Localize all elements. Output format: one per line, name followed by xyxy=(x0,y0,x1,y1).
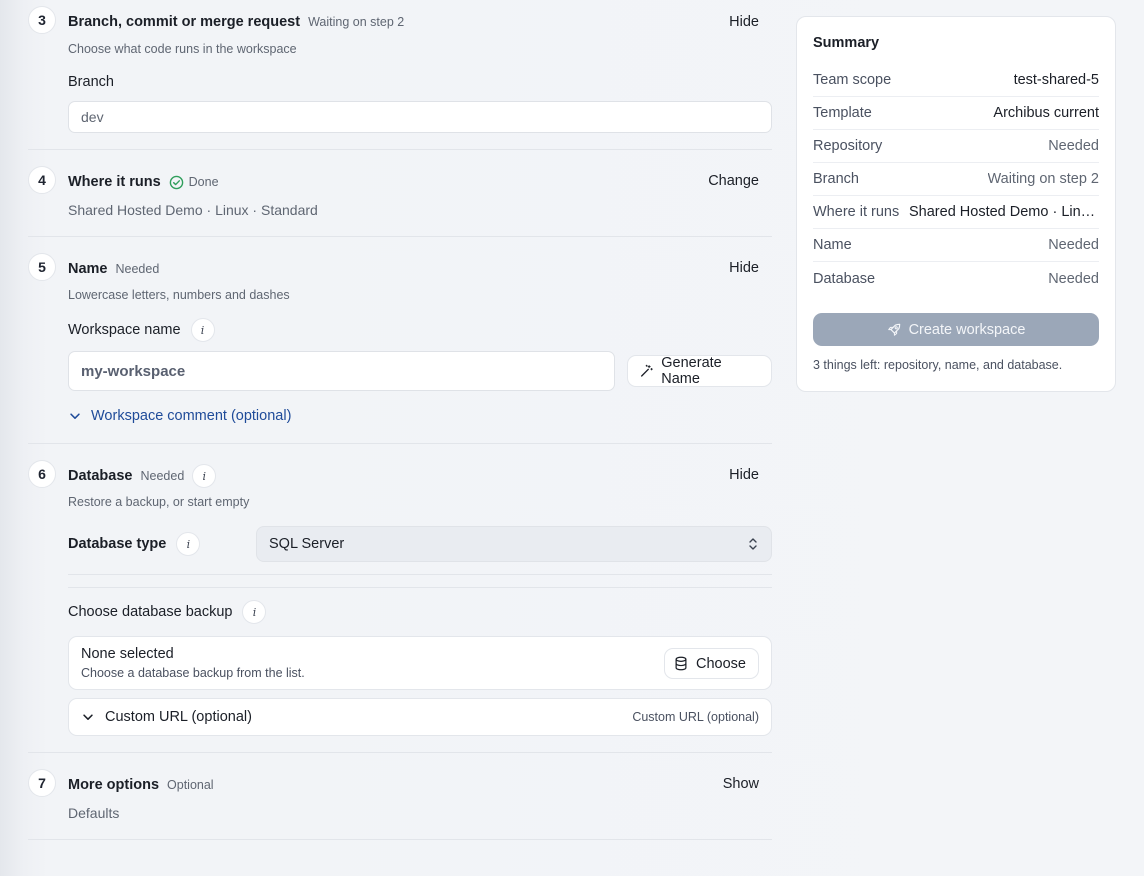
step-subtitle: Choose what code runs in the workspace xyxy=(68,42,297,56)
create-workspace-label: Create workspace xyxy=(908,321,1026,338)
custom-url-row[interactable]: Custom URL (optional) Custom URL (option… xyxy=(68,698,772,736)
setup-steps: 3 Branch, commit or merge request Waitin… xyxy=(28,0,772,840)
chevron-down-icon xyxy=(83,714,93,720)
step-title: Branch, commit or merge request xyxy=(68,14,301,30)
more-options-value: Defaults xyxy=(68,805,120,821)
divider xyxy=(68,587,772,588)
summary-row-where-it-runs: Where it runs Shared Hosted Demo · Linux… xyxy=(813,196,1099,229)
runtime-value: Shared Hosted Demo · Linux · Standard xyxy=(68,202,318,218)
custom-url-hint: Custom URL (optional) xyxy=(632,710,759,724)
step-number: 7 xyxy=(28,769,56,797)
step-name: 5 Name Needed Lowercase letters, numbers… xyxy=(28,237,772,444)
summary-row-name: Name Needed xyxy=(813,229,1099,262)
database-icon xyxy=(675,656,687,671)
step-number: 4 xyxy=(28,166,56,194)
step-subtitle: Restore a backup, or start empty xyxy=(68,495,250,509)
step-status: Waiting on step 2 xyxy=(308,15,405,29)
summary-row-branch: Branch Waiting on step 2 xyxy=(813,163,1099,196)
backup-title: None selected xyxy=(81,646,174,662)
things-left-note: 3 things left: repository, name, and dat… xyxy=(813,358,1063,372)
step-status: Needed xyxy=(140,469,185,483)
database-type-select[interactable]: SQL Server xyxy=(256,526,772,562)
done-status: Done xyxy=(188,175,219,189)
show-button[interactable]: Show xyxy=(710,769,772,799)
workspace-name-input[interactable]: my-workspace xyxy=(68,351,615,391)
select-arrows-icon xyxy=(749,538,757,550)
step-status: Optional xyxy=(167,778,214,792)
create-workspace-button[interactable]: Create workspace xyxy=(813,313,1099,346)
choose-backup-button[interactable]: Choose xyxy=(664,648,759,679)
step-status: Needed xyxy=(115,262,160,276)
step-subtitle: Lowercase letters, numbers and dashes xyxy=(68,288,290,302)
step-where-it-runs: 4 Where it runs Done Shared Hosted Demo … xyxy=(28,150,772,237)
generate-name-button[interactable]: Generate Name xyxy=(627,355,772,387)
database-type-value: SQL Server xyxy=(269,536,345,552)
step-database: 6 Database Needed i Restore a backup, or… xyxy=(28,444,772,753)
step-title: Name xyxy=(68,261,108,277)
custom-url-label: Custom URL (optional) xyxy=(105,709,252,725)
chevron-down-icon xyxy=(70,413,80,419)
step-number: 3 xyxy=(28,6,56,34)
rocket-icon xyxy=(887,323,900,336)
step-title: Where it runs xyxy=(68,174,161,190)
summary-row-team-scope: Team scope test-shared-5 xyxy=(813,64,1099,97)
workspace-comment-label: Workspace comment (optional) xyxy=(91,408,292,424)
choose-backup-label: Choose database backup xyxy=(68,604,233,620)
generate-name-label: Generate Name xyxy=(661,355,722,387)
change-button[interactable]: Change xyxy=(695,166,772,196)
divider xyxy=(68,574,772,575)
info-icon[interactable]: i xyxy=(192,464,217,488)
info-icon[interactable]: i xyxy=(176,532,201,556)
hide-button[interactable]: Hide xyxy=(716,253,772,283)
branch-value: dev xyxy=(81,109,104,125)
summary-panel: Summary Team scope test-shared-5 Templat… xyxy=(796,16,1116,392)
hide-button[interactable]: Hide xyxy=(716,460,772,490)
workspace-name-label: Workspace name xyxy=(68,322,181,338)
summary-title: Summary xyxy=(813,35,880,51)
step-title: Database xyxy=(68,468,133,484)
summary-row-database: Database Needed xyxy=(813,270,1099,287)
database-type-label: Database type xyxy=(68,536,167,552)
step-title: More options xyxy=(68,777,160,793)
step-branch: 3 Branch, commit or merge request Waitin… xyxy=(28,0,772,150)
step-number: 5 xyxy=(28,253,56,281)
check-circle-icon xyxy=(169,175,183,189)
step-number: 6 xyxy=(28,460,56,488)
workspace-name-placeholder: my-workspace xyxy=(81,362,186,380)
magic-wand-icon xyxy=(640,364,653,377)
branch-input[interactable]: dev xyxy=(68,101,772,133)
step-more-options: 7 More options Optional Defaults Show xyxy=(28,753,772,840)
info-icon[interactable]: i xyxy=(242,600,267,624)
info-icon[interactable]: i xyxy=(190,318,215,342)
backup-subtitle: Choose a database backup from the list. xyxy=(81,666,305,680)
branch-label: Branch xyxy=(68,74,114,90)
summary-row-template: Template Archibus current xyxy=(813,97,1099,130)
backup-card: None selected Choose a database backup f… xyxy=(68,636,772,690)
hide-button[interactable]: Hide xyxy=(716,7,772,37)
choose-label: Choose xyxy=(696,655,746,672)
workspace-comment-toggle[interactable]: Workspace comment (optional) xyxy=(68,408,291,424)
summary-row-repository: Repository Needed xyxy=(813,130,1099,163)
